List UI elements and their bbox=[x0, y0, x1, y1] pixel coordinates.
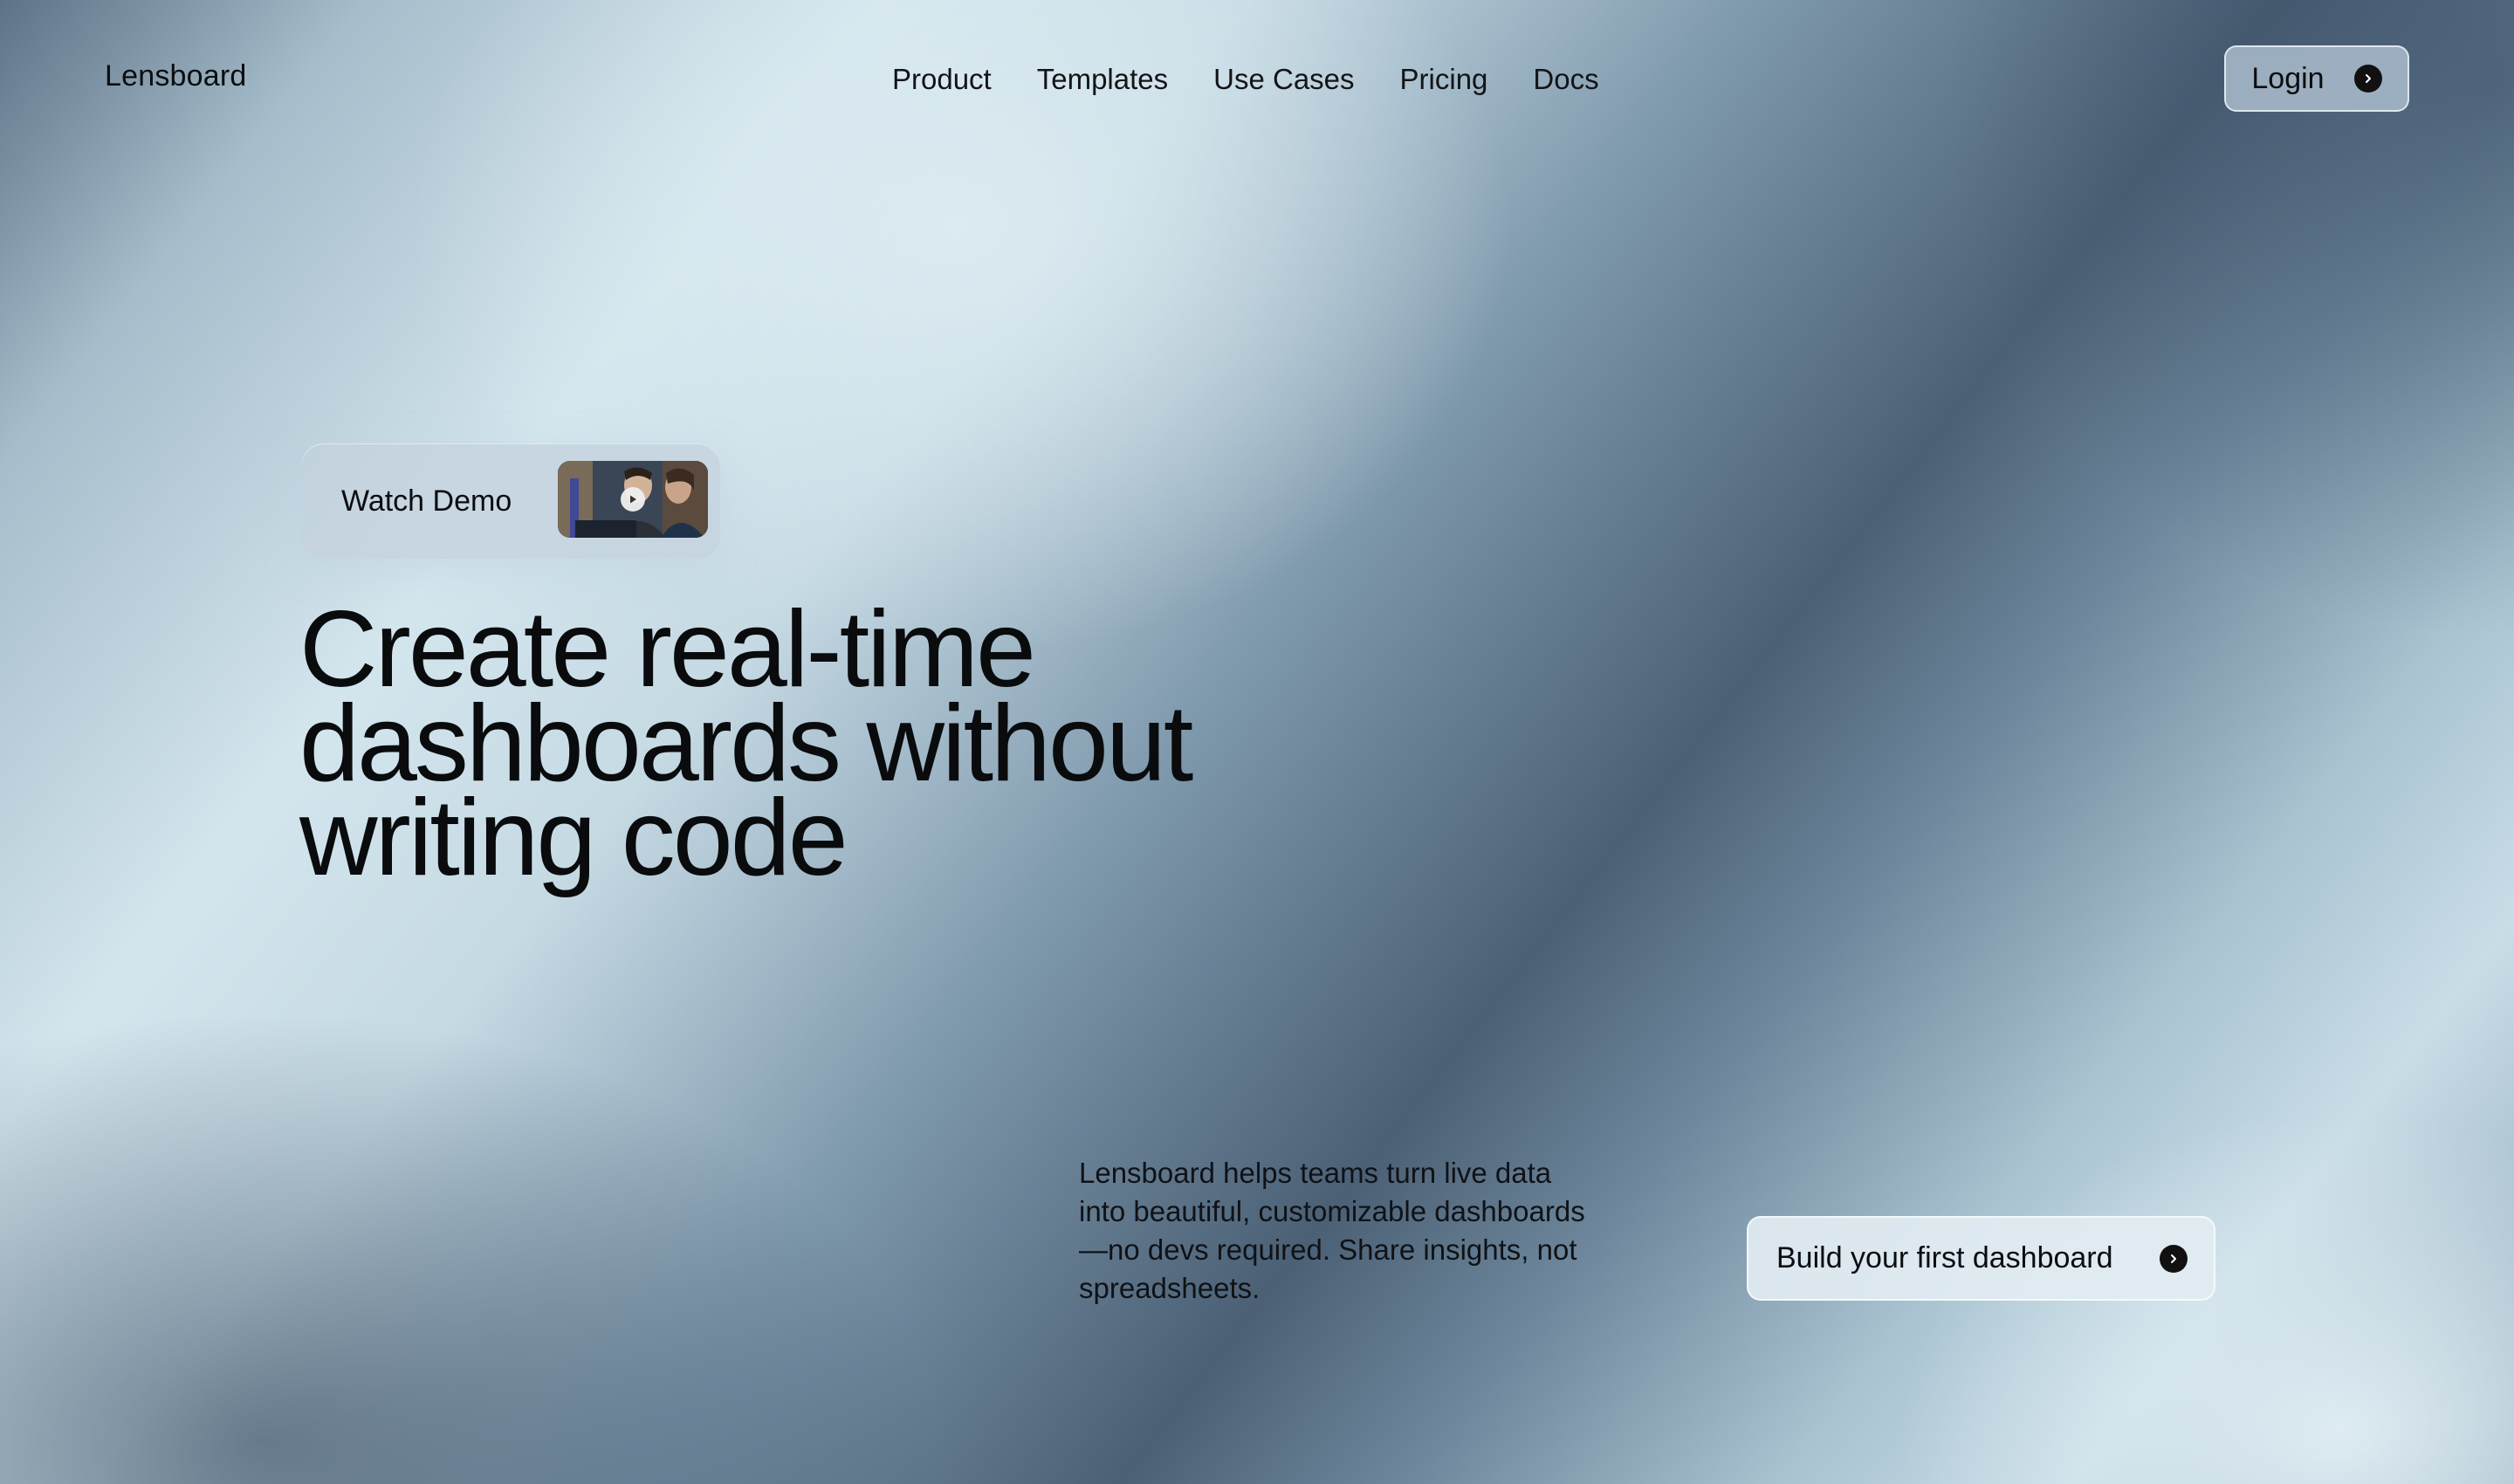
description-line-3: —no devs required. Share insights, not bbox=[1079, 1233, 1577, 1266]
nav-use-cases[interactable]: Use Cases bbox=[1213, 63, 1354, 96]
nav-templates[interactable]: Templates bbox=[1037, 63, 1168, 96]
hero-description: Lensboard helps teams turn live data int… bbox=[1079, 1154, 1638, 1308]
watch-demo-label: Watch Demo bbox=[341, 484, 512, 518]
watch-demo-button[interactable]: Watch Demo bbox=[301, 443, 720, 559]
nav-docs[interactable]: Docs bbox=[1533, 63, 1598, 96]
login-label: Login bbox=[2251, 61, 2325, 95]
play-icon[interactable] bbox=[621, 487, 645, 512]
brand-logo[interactable]: Lensboard bbox=[105, 59, 247, 93]
description-line-2: into beautiful, customizable dashboards bbox=[1079, 1195, 1585, 1227]
hero-headline: Create real-time dashboards without writ… bbox=[299, 595, 1329, 892]
arrow-right-circle-icon bbox=[2160, 1244, 2188, 1273]
nav-pricing[interactable]: Pricing bbox=[1400, 63, 1488, 96]
nav-product[interactable]: Product bbox=[892, 63, 992, 96]
login-button[interactable]: Login bbox=[2224, 45, 2409, 112]
main-nav: Product Templates Use Cases Pricing Docs bbox=[892, 63, 1599, 96]
description-line-4: spreadsheets. bbox=[1079, 1272, 1260, 1304]
arrow-right-circle-icon bbox=[2353, 65, 2382, 93]
demo-video-thumbnail[interactable] bbox=[558, 461, 708, 538]
cta-label: Build your first dashboard bbox=[1776, 1241, 2113, 1274]
build-dashboard-button[interactable]: Build your first dashboard bbox=[1747, 1216, 2215, 1301]
headline-line-3: writing code bbox=[299, 778, 848, 898]
description-line-1: Lensboard helps teams turn live data bbox=[1079, 1157, 1552, 1189]
